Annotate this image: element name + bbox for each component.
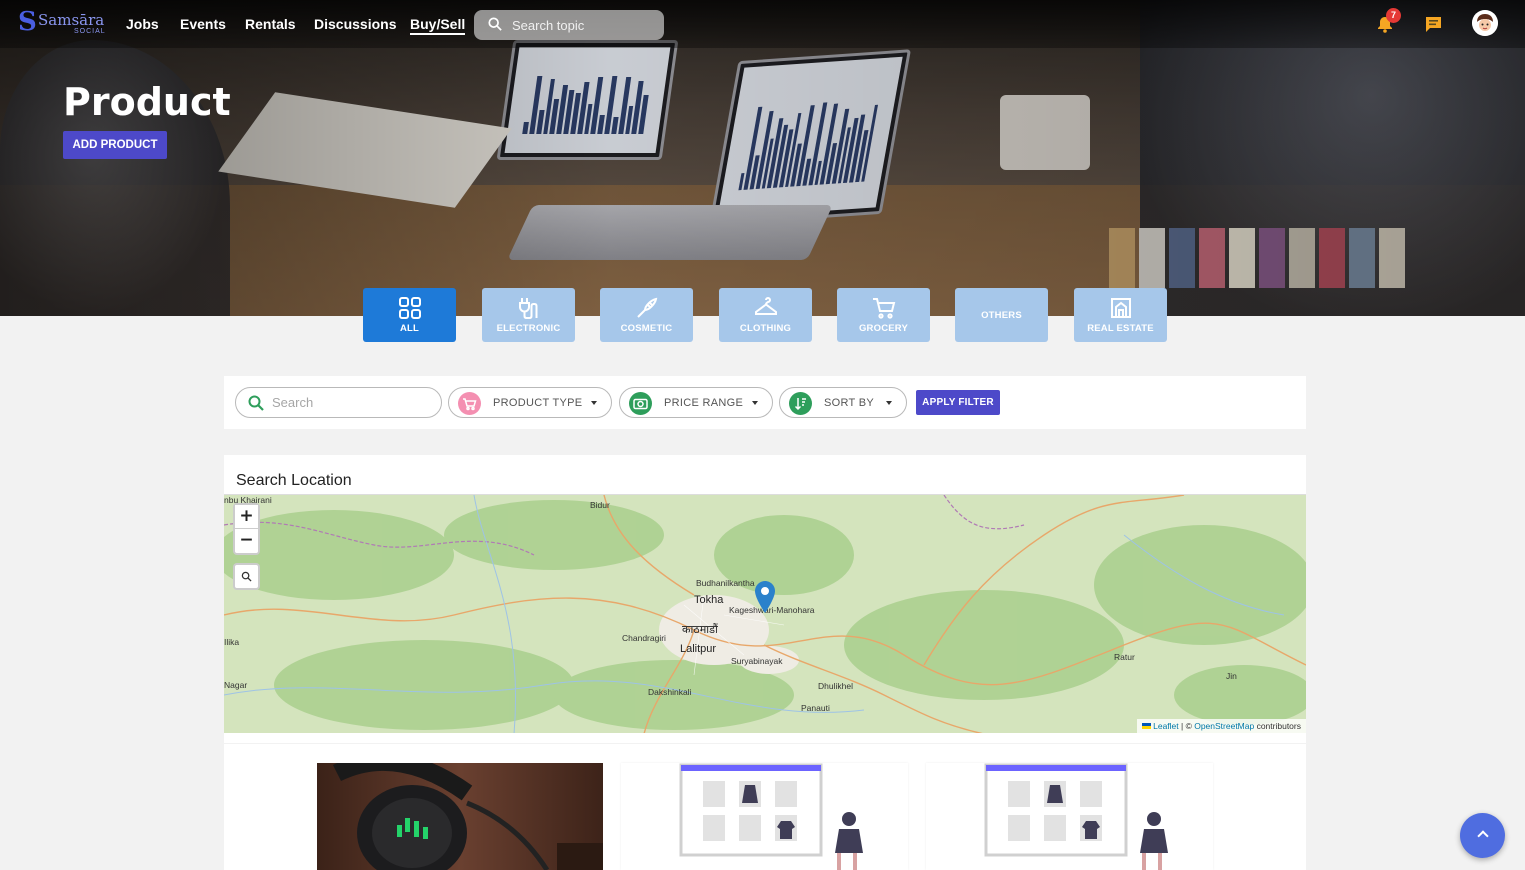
- category-label: ALL: [399, 323, 420, 334]
- add-product-button[interactable]: ADD PRODUCT: [63, 131, 167, 159]
- user-avatar[interactable]: [1472, 10, 1498, 36]
- notification-badge: 7: [1386, 8, 1401, 23]
- map-place: Tokha: [694, 594, 724, 606]
- category-cosmetic[interactable]: COSMETIC: [600, 288, 693, 342]
- category-electronic[interactable]: ELECTRONIC: [482, 288, 575, 342]
- nav-discussions[interactable]: Discussions: [314, 16, 396, 32]
- map-attribution: Leaflet | © OpenStreetMap contributors: [1137, 719, 1306, 733]
- topic-search-input[interactable]: [512, 16, 652, 34]
- zoom-out-button[interactable]: −: [235, 528, 258, 551]
- category-others[interactable]: OTHERS: [955, 288, 1048, 342]
- search-icon: [248, 395, 264, 411]
- product-type-label: PRODUCT TYPE: [493, 397, 583, 409]
- shop-illustration: [621, 763, 908, 870]
- plug-icon: [519, 298, 538, 319]
- topic-search: [474, 10, 664, 40]
- map-place: Budhanilkantha: [696, 578, 755, 588]
- search-icon: [488, 17, 502, 31]
- map-place: Bidur: [590, 500, 610, 510]
- shop-illustration: [926, 763, 1213, 870]
- price-range-select[interactable]: PRICE RANGE: [619, 387, 773, 418]
- category-clothing[interactable]: CLOTHING: [719, 288, 812, 342]
- product-card[interactable]: [926, 763, 1213, 870]
- filter-bar: PRODUCT TYPE PRICE RANGE SORT BY APPLY F…: [224, 376, 1306, 429]
- grid-icon: [399, 297, 421, 319]
- camera-icon: [629, 392, 652, 415]
- map-zoom-control: + −: [233, 503, 260, 555]
- product-search: [235, 387, 442, 418]
- map-search-button[interactable]: [233, 563, 260, 590]
- map-place: Dakshinkali: [648, 687, 692, 697]
- nav-jobs[interactable]: Jobs: [126, 16, 159, 32]
- map-place: Panauti: [801, 703, 830, 713]
- sort-by-label: SORT BY: [824, 397, 874, 409]
- headphones-image: [317, 763, 603, 870]
- sort-by-select[interactable]: SORT BY: [779, 387, 907, 418]
- category-grocery[interactable]: GROCERY: [837, 288, 930, 342]
- map-place: Nagar: [224, 680, 248, 690]
- page-title: Product: [63, 80, 231, 124]
- chevron-down-icon: [591, 401, 597, 405]
- map-place: Jin: [1226, 671, 1237, 681]
- product-type-select[interactable]: PRODUCT TYPE: [448, 387, 612, 418]
- category-label: GROCERY: [858, 323, 909, 334]
- brand-logo[interactable]: S Samsāra SOCIAL: [18, 7, 108, 37]
- price-range-label: PRICE RANGE: [664, 397, 744, 409]
- map-place: काठमाडौं: [682, 624, 718, 636]
- category-label: ELECTRONIC: [496, 323, 561, 334]
- chevron-up-icon: [1477, 830, 1489, 842]
- cart-icon: [873, 298, 896, 319]
- attribution-separator: | ©: [1178, 721, 1195, 731]
- hanger-icon: [755, 297, 777, 315]
- leaflet-link[interactable]: Leaflet: [1153, 721, 1179, 731]
- location-pin-icon[interactable]: [755, 581, 775, 613]
- scroll-to-top-button[interactable]: [1460, 813, 1505, 858]
- building-icon: [1111, 298, 1131, 318]
- category-label: REAL ESTATE: [1087, 323, 1154, 334]
- cart-icon: [458, 392, 481, 415]
- nav-buy-sell[interactable]: Buy/Sell: [410, 16, 466, 35]
- brush-icon: [637, 297, 658, 318]
- zoom-in-button[interactable]: +: [235, 505, 258, 528]
- category-all[interactable]: ALL: [363, 288, 456, 342]
- nav-events[interactable]: Events: [180, 16, 226, 32]
- map-place: Ratur: [1114, 652, 1135, 662]
- map-title: Search Location: [236, 472, 352, 489]
- brand-sub: SOCIAL: [74, 28, 106, 35]
- ukraine-flag-icon: [1142, 723, 1152, 729]
- map-place: Ilika: [224, 637, 240, 647]
- product-grid: [224, 744, 1306, 870]
- location-map[interactable]: nbu Khairani Bidur Budhanilkantha Tokha …: [224, 494, 1306, 733]
- map-place: Chandragiri: [622, 633, 666, 643]
- product-card[interactable]: [621, 763, 908, 870]
- top-navbar: S Samsāra SOCIAL Jobs Events Rentals Dis…: [0, 0, 1525, 48]
- category-label: CLOTHING: [739, 323, 792, 334]
- map-place: Suryabinayak: [731, 656, 783, 666]
- attribution-suffix: contributors: [1254, 721, 1301, 731]
- osm-link[interactable]: OpenStreetMap: [1194, 721, 1254, 731]
- sort-icon: [789, 392, 812, 415]
- product-search-input[interactable]: [272, 395, 432, 410]
- map-place: Dhulikhel: [818, 681, 853, 691]
- product-card[interactable]: [317, 763, 603, 870]
- brand-name: Samsāra: [38, 11, 105, 29]
- category-real-estate[interactable]: REAL ESTATE: [1074, 288, 1167, 342]
- nav-rentals[interactable]: Rentals: [245, 16, 296, 32]
- chat-icon[interactable]: [1424, 15, 1443, 33]
- chevron-down-icon: [752, 401, 758, 405]
- search-icon: [241, 571, 252, 582]
- chevron-down-icon: [886, 401, 892, 405]
- apply-filter-button[interactable]: APPLY FILTER: [916, 390, 1000, 415]
- location-card: Search Location nbu Khairani Bidur Budha…: [224, 455, 1306, 743]
- map-place: Lalitpur: [680, 643, 717, 655]
- category-label: OTHERS: [981, 310, 1022, 321]
- category-label: COSMETIC: [620, 323, 673, 334]
